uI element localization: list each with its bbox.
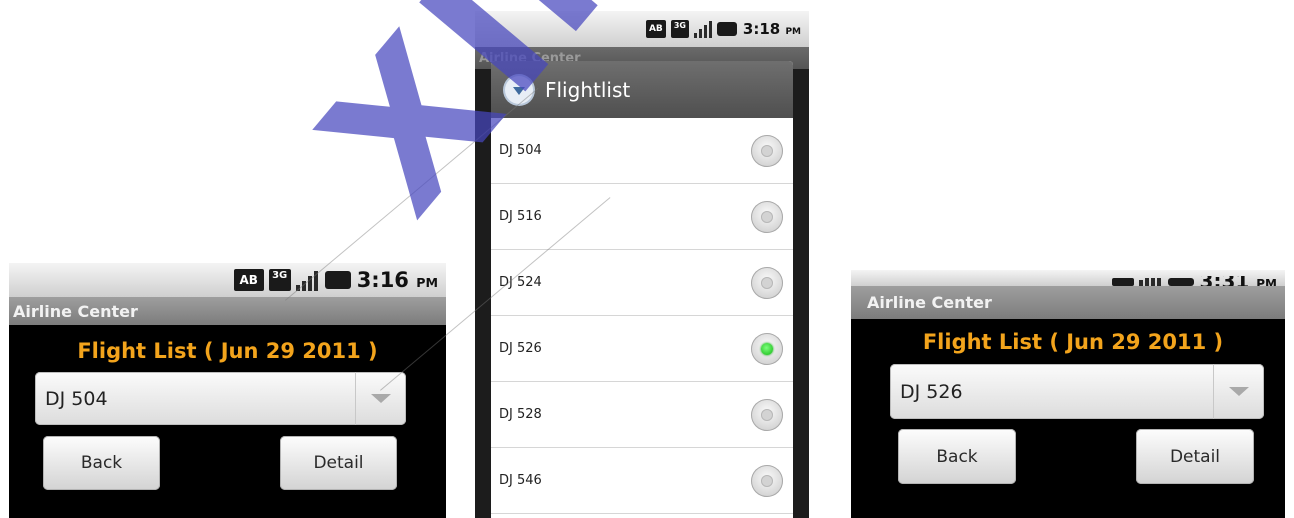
app-title-bar: Airline Center (9, 297, 446, 325)
flight-option-label: DJ 524 (499, 275, 542, 290)
flight-spinner[interactable]: DJ 504 (35, 372, 406, 425)
radio-dot (761, 474, 773, 487)
flightlist-dialog: Flightlist DJ 504 DJ 516 DJ 524 DJ 526 DJ 52… (491, 61, 793, 518)
3g-icon: 3G (670, 20, 689, 38)
3g-icon (1111, 278, 1134, 286)
page-heading: Flight List ( Jun 29 2011 ) (77, 339, 378, 363)
status-bar: AB 3G 3:18 PM (475, 11, 809, 47)
radio-dot (761, 276, 773, 289)
clock: 3:18 PM (742, 20, 801, 38)
flight-options-list: DJ 504 DJ 516 DJ 524 DJ 526 DJ 528 DJ 546 (491, 118, 793, 514)
flight-option-label: DJ 546 (499, 473, 542, 488)
flight-spinner[interactable]: DJ 526 (890, 364, 1264, 419)
radio-dot (761, 210, 773, 223)
radio-unselected-icon[interactable] (751, 266, 783, 299)
battery-icon (1167, 278, 1194, 286)
flight-option-label: DJ 516 (499, 209, 542, 224)
flight-option-label: DJ 504 (499, 143, 542, 158)
status-bar: 3:31 PM (851, 270, 1285, 286)
radio-dot (761, 408, 773, 421)
dropdown-circle-icon (505, 75, 533, 104)
flight-option-label: DJ 528 (499, 407, 542, 422)
flight-option-label: DJ 526 (499, 341, 542, 356)
dialog-title: Flightlist (545, 77, 631, 102)
radio-unselected-icon[interactable] (751, 464, 783, 497)
detail-button[interactable]: Detail (1136, 429, 1254, 484)
flight-option-row[interactable]: DJ 504 (491, 118, 793, 184)
spinner-value: DJ 504 (45, 387, 108, 410)
back-button[interactable]: Back (43, 436, 160, 490)
ab-icon: AB (233, 269, 264, 291)
ab-icon: AB (645, 20, 666, 38)
dropdown-arrow-icon[interactable] (1213, 364, 1264, 419)
flight-option-row[interactable]: DJ 528 (491, 382, 793, 448)
app-title-bar: Airline Center (851, 286, 1285, 319)
page-heading: Flight List ( Jun 29 2011 ) (922, 330, 1224, 354)
dropdown-arrow-icon[interactable] (355, 372, 406, 425)
clock: 3:16 PM (356, 268, 438, 292)
battery-icon (324, 271, 351, 289)
spinner-value: DJ 526 (900, 380, 963, 403)
signal-icon (1138, 278, 1163, 286)
battery-icon (716, 22, 737, 36)
signal-icon (693, 20, 712, 38)
flight-option-row[interactable]: DJ 526 (491, 316, 793, 382)
flight-option-row[interactable]: DJ 516 (491, 184, 793, 250)
back-button[interactable]: Back (898, 429, 1016, 484)
clock: 3:31 PM (1200, 276, 1277, 286)
radio-dot (761, 144, 773, 157)
screen-right: 3:31 PM Airline Center Flight List ( Jun… (851, 270, 1285, 518)
radio-dot (761, 342, 773, 355)
app-title: Airline Center (867, 293, 992, 312)
flight-option-row[interactable]: DJ 546 (491, 448, 793, 514)
radio-unselected-icon[interactable] (751, 398, 783, 431)
screen-middle: AB 3G 3:18 PM Airline Center Flightlist … (475, 11, 809, 518)
radio-unselected-icon[interactable] (751, 134, 783, 167)
app-title: Airline Center (13, 301, 138, 321)
detail-button[interactable]: Detail (280, 436, 397, 490)
3g-icon: 3G (268, 269, 291, 291)
radio-selected-icon[interactable] (751, 332, 783, 365)
radio-unselected-icon[interactable] (751, 200, 783, 233)
status-bar: AB 3G 3:16 PM (9, 263, 446, 297)
